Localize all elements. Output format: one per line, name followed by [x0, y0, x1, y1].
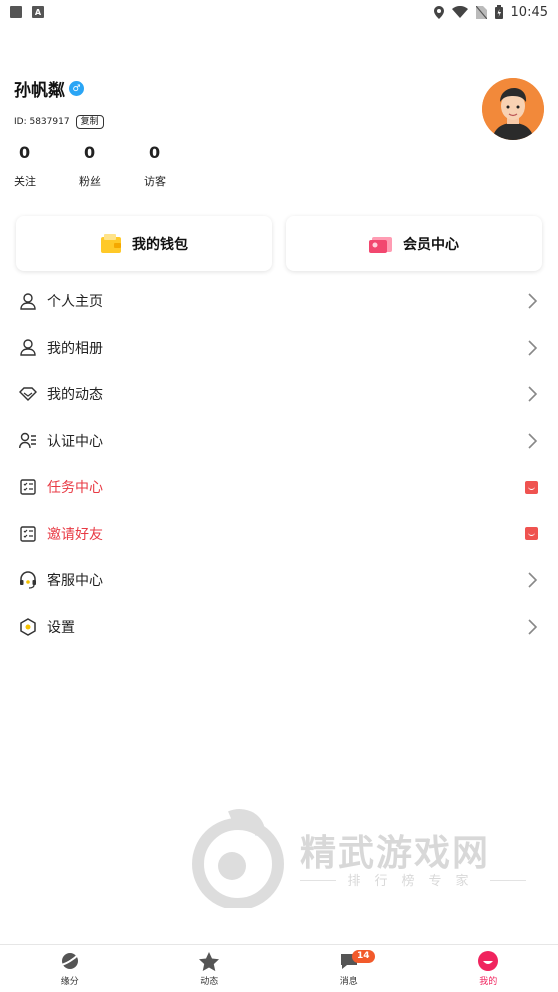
menu-item-label: 我的相册: [47, 340, 103, 357]
chevron-right-icon: [528, 340, 538, 356]
id-card-icon: [18, 431, 38, 451]
menu-item-label: 客服中心: [47, 573, 103, 590]
stat-label: 关注: [14, 175, 36, 188]
profile-header: 孙帆粼 ♂ ID: 5837917 复制 0 关注 0 粉丝 0 访客: [14, 76, 544, 196]
menu-item-customer-service[interactable]: 客服中心: [0, 557, 558, 604]
smile-icon: [477, 950, 499, 972]
task-list-icon: [18, 524, 38, 544]
menu-item-label: 我的动态: [47, 387, 103, 404]
menu-item-invite[interactable]: 邀请好友: [0, 511, 558, 558]
tab-label: 消息: [339, 977, 358, 987]
menu-item-homepage[interactable]: 个人主页: [0, 278, 558, 325]
stat-label: 粉丝: [79, 175, 101, 188]
stat-fans[interactable]: 0 粉丝: [79, 143, 144, 189]
stat-value: 0: [84, 143, 96, 162]
user-id: ID: 5837917: [14, 117, 70, 127]
clock: 10:45: [510, 4, 548, 20]
stats-row: 0 关注 0 粉丝 0 访客: [14, 143, 544, 189]
gender-male-icon: ♂: [69, 81, 84, 96]
chevron-right-icon: [528, 293, 538, 309]
menu-item-label: 个人主页: [47, 294, 103, 311]
diamond-icon: [18, 384, 38, 404]
notification-icon: [10, 6, 22, 18]
menu-item-tasks[interactable]: 任务中心: [0, 464, 558, 511]
chevron-right-icon: [528, 619, 538, 635]
red-envelope-icon: [525, 480, 538, 494]
tab-moments[interactable]: 动态: [140, 945, 280, 992]
battery-icon: [494, 5, 503, 19]
unread-badge: 14: [352, 950, 375, 963]
menu-item-label: 邀请好友: [47, 526, 103, 543]
watermark-logo-icon: [192, 809, 284, 908]
copy-id-button[interactable]: 复制: [75, 115, 104, 129]
tab-label: 动态: [200, 977, 219, 987]
avatar[interactable]: [482, 78, 544, 140]
stat-label: 访客: [144, 175, 166, 188]
location-icon: [433, 5, 444, 19]
vip-label: 会员中心: [403, 236, 459, 253]
person-icon: [18, 291, 38, 311]
status-left: A: [10, 6, 44, 18]
tab-fate[interactable]: 缘分: [0, 945, 140, 992]
menu-item-label: 任务中心: [47, 480, 103, 497]
no-sim-icon: [475, 5, 487, 19]
bottom-nav: 缘分 动态 消息 14 我的: [0, 944, 558, 992]
planet-icon: [59, 950, 81, 972]
wallet-label: 我的钱包: [132, 236, 188, 253]
tab-mine[interactable]: 我的: [419, 945, 558, 992]
headset-icon: [18, 570, 38, 590]
person-icon: [18, 338, 38, 358]
task-list-icon: [18, 477, 38, 497]
stat-following[interactable]: 0 关注: [14, 143, 79, 189]
tab-label: 我的: [479, 977, 498, 987]
username-row: 孙帆粼 ♂: [14, 76, 544, 101]
avatar-illustration: [482, 78, 544, 140]
chevron-right-icon: [528, 386, 538, 402]
vip-card[interactable]: 会员中心: [286, 216, 542, 271]
status-right: 10:45: [433, 4, 548, 20]
menu-list: 个人主页 我的相册 我的动态 认证中心 任务中心 邀请好友 客服中心 设置: [0, 278, 558, 650]
quick-cards: 我的钱包 会员中心: [16, 216, 542, 271]
chevron-right-icon: [528, 572, 538, 588]
star-icon: [198, 950, 220, 972]
user-id-row: ID: 5837917 复制: [14, 115, 544, 129]
tab-label: 缘分: [60, 977, 79, 987]
username: 孙帆粼: [14, 81, 65, 101]
wallet-card[interactable]: 我的钱包: [16, 216, 272, 271]
menu-item-label: 认证中心: [47, 433, 103, 450]
watermark-title: 精武游戏网: [300, 833, 491, 874]
hexagon-settings-icon: [18, 617, 38, 637]
wifi-icon: [451, 6, 468, 18]
stat-value: 0: [19, 143, 31, 162]
stat-visitors[interactable]: 0 访客: [144, 143, 209, 189]
chevron-right-icon: [528, 433, 538, 449]
tab-messages[interactable]: 消息 14: [279, 945, 419, 992]
app-notification-icon: A: [32, 6, 44, 18]
stat-value: 0: [149, 143, 161, 162]
menu-item-label: 设置: [47, 619, 75, 636]
vip-icon: [369, 236, 392, 253]
menu-item-moments[interactable]: 我的动态: [0, 371, 558, 418]
menu-item-verification[interactable]: 认证中心: [0, 418, 558, 465]
menu-item-album[interactable]: 我的相册: [0, 325, 558, 372]
status-bar: A 10:45: [0, 0, 558, 24]
menu-item-settings[interactable]: 设置: [0, 604, 558, 651]
red-envelope-icon: [525, 527, 538, 541]
site-watermark: 精武游戏网 排行榜专家: [190, 808, 530, 908]
watermark-divider: [490, 880, 526, 881]
wallet-icon: [101, 233, 121, 253]
